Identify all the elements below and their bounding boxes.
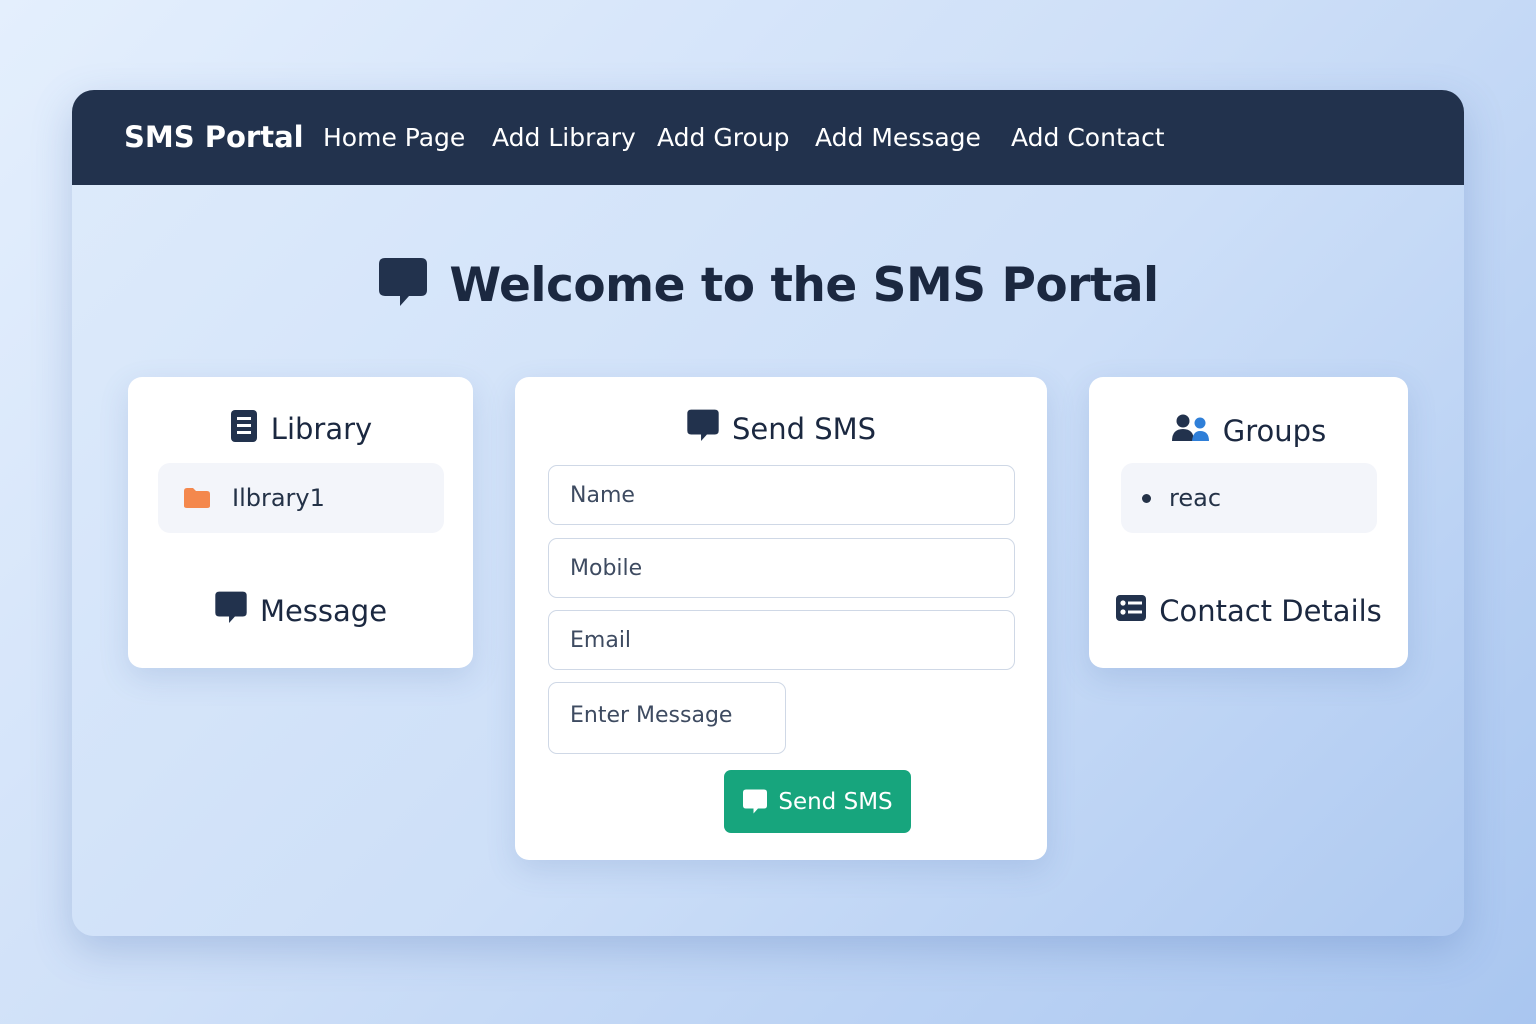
send-sms-button[interactable]: Send SMS — [724, 770, 911, 833]
library-item-label: Ilbrary1 — [232, 484, 325, 512]
nav-add-message[interactable]: Add Message — [815, 90, 981, 185]
groups-title: Groups — [1222, 414, 1327, 448]
send-sms-button-label: Send SMS — [778, 788, 893, 815]
brand-logo[interactable]: SMS Portal — [124, 90, 304, 185]
message-heading: Message — [128, 589, 473, 633]
bullet-icon — [1142, 493, 1151, 503]
mobile-input[interactable] — [548, 538, 1015, 598]
library-heading: Library — [128, 407, 473, 451]
app-window: SMS Portal Home Page Add Library Add Gro… — [72, 90, 1464, 936]
library-card: Library Ilbrary1 Message — [128, 377, 473, 668]
name-input[interactable] — [548, 465, 1015, 525]
chat-bubble-icon — [214, 590, 248, 633]
message-title: Message — [259, 594, 388, 628]
welcome-heading: Welcome to the SMS Portal — [72, 250, 1464, 320]
contact-details-heading: Contact Details — [1089, 589, 1408, 633]
contact-details-title: Contact Details — [1159, 594, 1382, 628]
folder-icon — [182, 486, 212, 510]
book-icon — [229, 409, 259, 450]
chat-bubble-icon — [742, 788, 768, 816]
top-navbar: SMS Portal Home Page Add Library Add Gro… — [72, 90, 1464, 185]
message-textarea[interactable] — [548, 682, 786, 754]
groups-heading: Groups — [1089, 409, 1408, 453]
users-icon — [1171, 413, 1211, 450]
send-sms-heading: Send SMS — [515, 407, 1047, 451]
group-item[interactable]: reac — [1121, 463, 1377, 533]
library-item[interactable]: Ilbrary1 — [158, 463, 444, 533]
chat-bubble-icon — [377, 256, 429, 314]
nav-add-library[interactable]: Add Library — [492, 90, 636, 185]
nav-add-contact[interactable]: Add Contact — [1011, 90, 1165, 185]
library-title: Library — [270, 412, 373, 446]
address-card-icon — [1115, 594, 1147, 629]
chat-bubble-icon — [686, 408, 720, 451]
groups-card: Groups reac Contact Details — [1089, 377, 1408, 668]
nav-home-page[interactable]: Home Page — [323, 90, 465, 185]
page-title: Welcome to the SMS Portal — [449, 257, 1159, 313]
send-sms-card: Send SMS Send SMS — [515, 377, 1047, 860]
send-sms-title: Send SMS — [731, 412, 877, 446]
group-item-label: reac — [1169, 484, 1222, 512]
nav-add-group[interactable]: Add Group — [657, 90, 789, 185]
email-input[interactable] — [548, 610, 1015, 670]
